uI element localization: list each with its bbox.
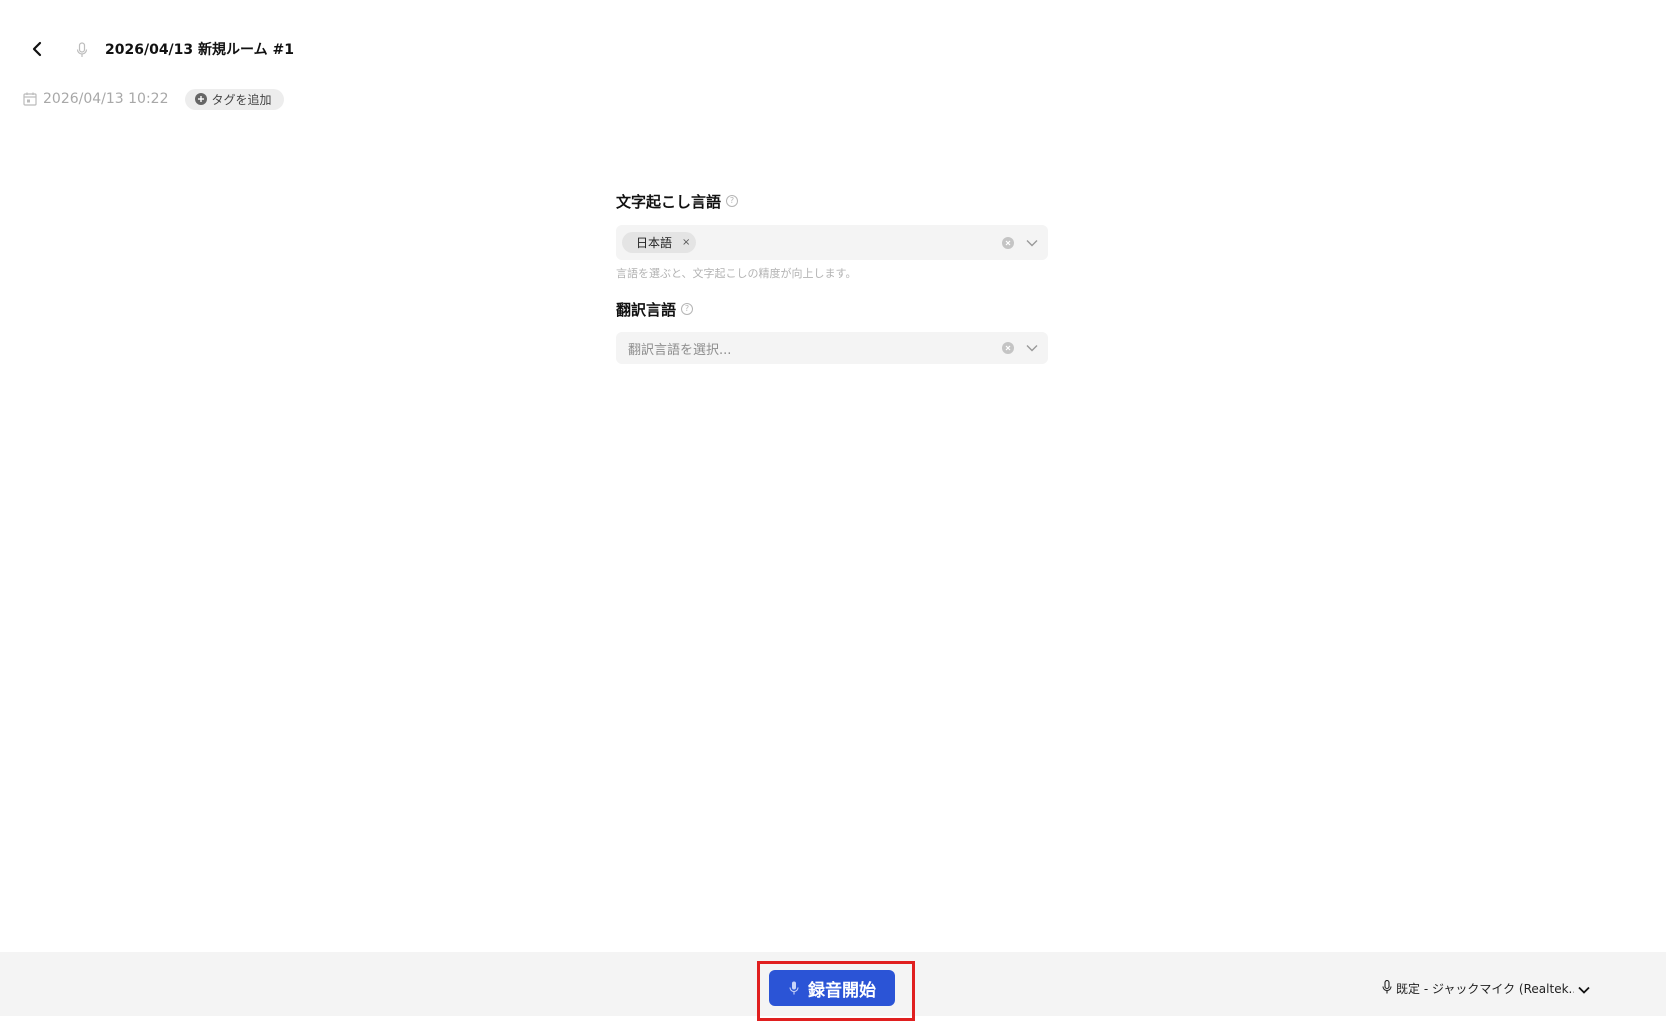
start-recording-button[interactable]: 録音開始 bbox=[769, 970, 895, 1006]
plus-circle-icon bbox=[194, 93, 207, 105]
microphone-icon bbox=[74, 41, 90, 59]
chevron-down-icon bbox=[1578, 979, 1590, 998]
microphone-icon bbox=[1382, 979, 1392, 998]
start-recording-label: 録音開始 bbox=[808, 980, 876, 1001]
language-chip-label: 日本語 bbox=[636, 236, 673, 250]
chevron-left-icon bbox=[31, 41, 43, 61]
clear-icon[interactable] bbox=[1002, 342, 1014, 354]
back-button[interactable] bbox=[24, 38, 50, 64]
transcription-hint: 言語を選ぶと、文字起こしの精度が向上します。 bbox=[616, 267, 857, 280]
meta-row: 2026/04/13 10:22 タグを追加 bbox=[22, 87, 284, 111]
chip-remove-icon[interactable]: × bbox=[682, 237, 690, 248]
device-label: 既定 - ジャックマイク (Realtek... bbox=[1396, 981, 1574, 996]
clear-icon[interactable] bbox=[1002, 236, 1014, 249]
transcription-language-label: 文字起こし言語 bbox=[616, 192, 722, 211]
language-chip: 日本語 × bbox=[622, 232, 697, 253]
chevron-down-icon[interactable] bbox=[1025, 341, 1039, 355]
transcription-language-label-row: 文字起こし言語 ? bbox=[616, 190, 1048, 212]
recording-room-page: 2026/04/13 新規ルーム #1 2026/04/13 10:22 タグを… bbox=[0, 0, 1666, 1021]
page-title[interactable]: 2026/04/13 新規ルーム #1 bbox=[105, 39, 294, 59]
help-icon[interactable]: ? bbox=[726, 195, 739, 207]
add-tag-button[interactable]: タグを追加 bbox=[184, 88, 284, 110]
translation-language-label: 翻訳言語 bbox=[616, 300, 677, 319]
microphone-icon bbox=[788, 980, 800, 996]
language-settings-form: 文字起こし言語 ? 日本語 × 言語を選ぶと、文字起こしの精度が向上します。 翻… bbox=[616, 190, 1048, 364]
translation-language-select[interactable]: 翻訳言語を選択... bbox=[616, 332, 1048, 364]
transcription-language-select[interactable]: 日本語 × bbox=[616, 225, 1048, 260]
calendar-icon bbox=[22, 91, 38, 107]
microphone-device-select[interactable]: 既定 - ジャックマイク (Realtek... bbox=[1382, 978, 1590, 998]
chevron-down-icon[interactable] bbox=[1025, 236, 1039, 250]
created-date: 2026/04/13 10:22 bbox=[43, 91, 169, 107]
room-header: 2026/04/13 新規ルーム #1 2026/04/13 10:22 タグを… bbox=[0, 0, 1666, 110]
translation-language-label-row: 翻訳言語 ? bbox=[616, 298, 1048, 320]
add-tag-label: タグを追加 bbox=[211, 92, 272, 107]
help-icon[interactable]: ? bbox=[681, 303, 694, 315]
translation-language-placeholder: 翻訳言語を選択... bbox=[628, 342, 732, 358]
